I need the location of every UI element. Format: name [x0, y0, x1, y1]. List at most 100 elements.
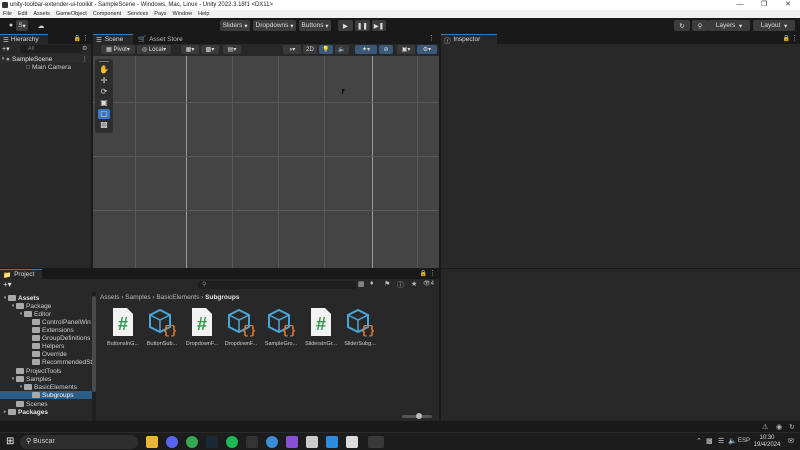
- tree-item-projecttools[interactable]: ProjectTools: [16, 367, 61, 375]
- scene-viewport[interactable]: ✋ ✛ ⟳ ▣ ▢ ▩: [93, 56, 439, 268]
- tree-item-basicelements[interactable]: ▾ BasicElements: [18, 383, 77, 391]
- close-button[interactable]: ✕: [776, 0, 800, 10]
- layers-dropdown[interactable]: Layers ▾: [708, 20, 750, 31]
- asset-item[interactable]: {} DropdownF...: [223, 307, 259, 347]
- tree-item-packages[interactable]: ▸ Packages: [2, 408, 48, 416]
- tree-item-recommendedst[interactable]: RecommendedSt: [32, 358, 92, 366]
- rect-tool-icon[interactable]: ▢: [98, 109, 110, 119]
- menu-component[interactable]: Component: [93, 11, 121, 17]
- menu-file[interactable]: File: [3, 11, 12, 17]
- account-button[interactable]: S ▾: [16, 20, 28, 31]
- transform-tool-icon[interactable]: ▩: [98, 120, 110, 130]
- breadcrumb-basicelements[interactable]: BasicElements: [156, 294, 199, 301]
- pause-button[interactable]: ❚❚: [355, 20, 370, 31]
- volume-icon[interactable]: 🔈: [728, 437, 737, 445]
- history-icon[interactable]: ↻: [674, 20, 690, 31]
- menu-help[interactable]: Help: [198, 11, 209, 17]
- tree-item-package[interactable]: ▾ Package: [10, 302, 52, 310]
- search-by-label-icon[interactable]: ♦: [370, 280, 374, 287]
- lock-icon[interactable]: 🔒: [74, 35, 81, 42]
- tree-item-samples[interactable]: ▾ Samples: [10, 375, 52, 383]
- menu-services[interactable]: Services: [127, 11, 148, 17]
- gizmos-button[interactable]: ⚙▾: [417, 45, 437, 54]
- tree-item-override[interactable]: Override: [32, 350, 67, 358]
- breadcrumb-assets[interactable]: Assets: [100, 294, 120, 301]
- snap-settings-button[interactable]: ▩▾: [201, 45, 219, 54]
- taskbar-search-box[interactable]: ⚲ Buscar: [20, 435, 138, 449]
- rotate-tool-icon[interactable]: ⟳: [98, 87, 110, 97]
- menu-window[interactable]: Window: [173, 11, 193, 17]
- tab-scene[interactable]: ☰ Scene: [93, 34, 133, 44]
- hand-tool-icon[interactable]: ✋: [98, 65, 110, 75]
- search-by-type-icon[interactable]: ▦: [358, 280, 365, 288]
- asset-item[interactable]: # SlidersInGr...: [303, 307, 339, 347]
- tree-item-subgroups[interactable]: Subgroups: [0, 391, 92, 399]
- scene-row[interactable]: ▾ ● SampleScene ⋮: [0, 55, 91, 63]
- tree-item-assets[interactable]: ▾ Assets: [2, 294, 40, 302]
- play-button[interactable]: ▶: [338, 20, 353, 31]
- tab-project[interactable]: 📁 Project: [0, 269, 42, 279]
- asset-item[interactable]: # DropdownF...: [184, 307, 220, 347]
- menu-gameobject[interactable]: GameObject: [56, 11, 87, 17]
- tab-inspector[interactable]: ⓘ Inspector: [441, 34, 497, 45]
- inspector-kebab-icon[interactable]: ⋮: [791, 34, 798, 42]
- minimize-button[interactable]: —: [728, 0, 752, 10]
- favorite-icon[interactable]: ★: [411, 280, 417, 288]
- asset-item[interactable]: # ButtonsInG...: [105, 307, 141, 347]
- move-tool-icon[interactable]: ✛: [98, 76, 110, 86]
- spotify-icon[interactable]: [226, 436, 238, 448]
- clock[interactable]: 10:30 19/4/2024: [752, 435, 782, 449]
- project-search-input[interactable]: ⚲: [198, 281, 356, 289]
- status-warning-icon[interactable]: ⚠: [762, 423, 768, 431]
- add-object-button[interactable]: +▾: [2, 45, 14, 53]
- scale-tool-icon[interactable]: ▣: [98, 98, 110, 108]
- tree-item-extensions[interactable]: Extensions: [32, 326, 74, 334]
- tree-item-editor[interactable]: ▾ Editor: [18, 310, 51, 318]
- hierarchy-search-input[interactable]: All: [20, 45, 82, 53]
- tree-item-scenes[interactable]: Scenes: [16, 400, 48, 408]
- search-icon[interactable]: ⚲: [692, 20, 708, 31]
- buttons-dropdown[interactable]: Buttons ▾: [299, 20, 331, 31]
- grid-snap-button[interactable]: ▦▾: [181, 45, 199, 54]
- maximize-button[interactable]: ❐: [752, 0, 776, 10]
- info-icon[interactable]: ⓘ: [397, 280, 404, 290]
- inspector-lock-icon[interactable]: 🔒: [783, 35, 790, 42]
- tab-asset-store[interactable]: 🛒 Asset Store: [135, 34, 195, 44]
- lighting-toggle-icon[interactable]: 💡: [319, 45, 333, 54]
- pivot-dropdown[interactable]: ▦ Pivot ▾: [101, 45, 135, 54]
- menu-pays[interactable]: Pays: [154, 11, 166, 17]
- tray-chevron-icon[interactable]: ⌃: [696, 437, 702, 445]
- windows-start-icon[interactable]: ⊞: [6, 436, 14, 447]
- sliders-dropdown[interactable]: Sliders ▾: [220, 20, 250, 31]
- slider-thumb[interactable]: [416, 413, 422, 419]
- unity-hub-icon[interactable]: [306, 436, 318, 448]
- kebab-menu-icon[interactable]: ⋮: [82, 34, 89, 42]
- tag-icon[interactable]: ⚑: [384, 280, 390, 288]
- menu-assets[interactable]: Assets: [33, 11, 50, 17]
- project-lock-icon[interactable]: 🔒: [420, 270, 427, 277]
- audio-toggle-icon[interactable]: 🔈: [335, 45, 349, 54]
- icon-size-slider[interactable]: [402, 413, 432, 419]
- project-kebab-icon[interactable]: ⋮: [429, 269, 436, 277]
- scene-menu-icon[interactable]: ⋮: [82, 55, 89, 63]
- step-button[interactable]: ▶❚: [372, 20, 386, 31]
- app-icon[interactable]: [266, 436, 278, 448]
- asset-item[interactable]: {} SliderSubg...: [342, 307, 378, 347]
- toggle-2d-button[interactable]: 2D: [303, 45, 317, 54]
- local-dropdown[interactable]: ◎ Local ▾: [137, 45, 171, 54]
- notifications-icon[interactable]: ✉: [788, 437, 794, 445]
- increment-snap-button[interactable]: ▤▾: [223, 45, 241, 54]
- scene-kebab-icon[interactable]: ⋮: [428, 34, 435, 42]
- asset-item[interactable]: {} ButtonSub...: [144, 307, 180, 347]
- effects-toggle-icon[interactable]: ✦▾: [355, 45, 377, 54]
- status-network-icon[interactable]: ◉: [776, 423, 782, 431]
- asset-item[interactable]: {} SampleGro...: [263, 307, 299, 347]
- breadcrumb-samples[interactable]: Samples: [125, 294, 150, 301]
- terminal-icon[interactable]: [246, 436, 258, 448]
- language-indicator[interactable]: ESP: [738, 438, 750, 444]
- tab-hierarchy[interactable]: ☰ Hierarchy: [0, 34, 48, 44]
- camera-settings-icon[interactable]: ▣▾: [397, 45, 415, 54]
- create-asset-button[interactable]: +▾: [3, 280, 12, 289]
- cloud-icon[interactable]: ☁: [34, 20, 48, 31]
- visual-studio-icon[interactable]: [286, 436, 298, 448]
